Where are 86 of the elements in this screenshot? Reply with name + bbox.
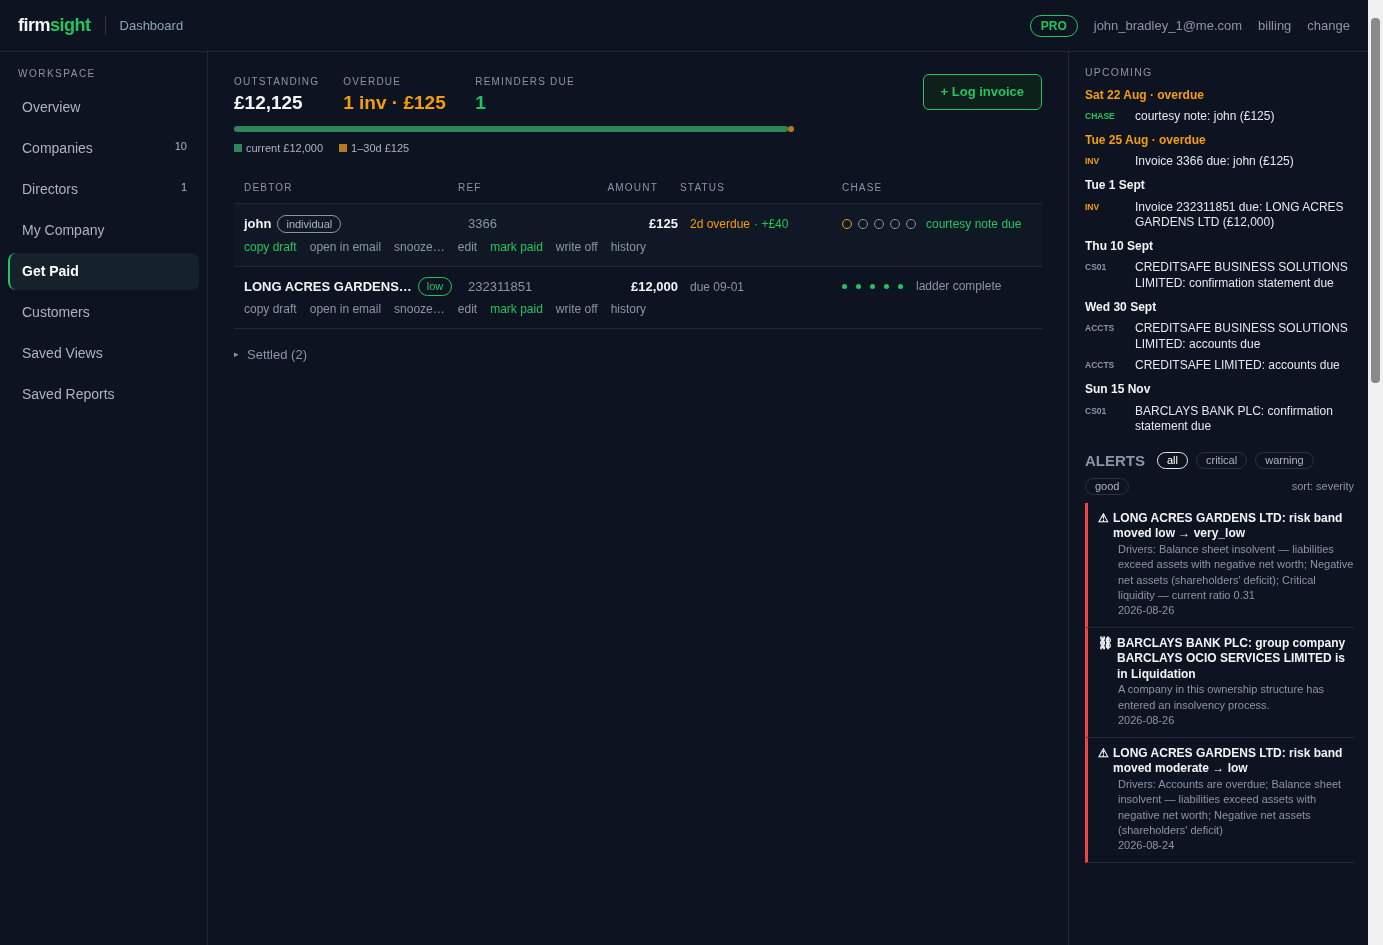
- action-link[interactable]: write off: [555, 300, 598, 318]
- event-text: CREDITSAFE BUSINESS SOLUTIONS LIMITED: confirmation statement due: [1135, 260, 1349, 292]
- amount-text: £12,000: [631, 278, 678, 294]
- action-link[interactable]: snooze…: [394, 237, 445, 256]
- event-tag: ACCTS: [1085, 358, 1135, 374]
- alert-title: BARCLAYS BANK PLC: group company BARCLAYS OCIO SERVICES LIMITED is in Liquidation: [1117, 635, 1347, 683]
- sidebar-item[interactable]: Saved Views: [8, 335, 199, 372]
- date-heading: Tue 25 Aug · overdue: [1085, 132, 1207, 149]
- event-text: CREDITSAFE LIMITED: accounts due: [1135, 358, 1340, 374]
- log-invoice-button[interactable]: + Log invoice: [922, 74, 1042, 110]
- action-link[interactable]: write off: [555, 237, 598, 256]
- alert-icon: ⚠: [1098, 510, 1109, 542]
- sidebar-item[interactable]: My Company: [8, 212, 199, 249]
- sidebar-item[interactable]: Customers: [8, 294, 199, 331]
- header-link[interactable]: billing: [1258, 15, 1292, 36]
- debtor-name[interactable]: john: [244, 214, 272, 234]
- debtor-name[interactable]: LONG ACRES GARDENS…: [244, 276, 412, 296]
- date-heading: Sat 22 Aug · overdue: [1085, 87, 1205, 104]
- date-heading: Thu 10 Sept: [1085, 238, 1154, 255]
- stat-value: 1 inv · £125: [343, 91, 447, 115]
- sidebar-item[interactable]: Companies 10: [8, 130, 199, 167]
- event-tag: CHASE: [1085, 109, 1135, 125]
- event-tag: INV: [1085, 199, 1135, 231]
- action-link[interactable]: open in email: [309, 237, 382, 256]
- action-link[interactable]: mark paid: [490, 237, 543, 256]
- sort-control[interactable]: sort: severity: [1291, 479, 1354, 494]
- alert-date: 2026-08-26: [1117, 603, 1176, 619]
- alerts-heading: ALERTS: [1085, 450, 1145, 471]
- event-tag: CS01: [1085, 260, 1135, 292]
- action-link[interactable]: history: [610, 300, 646, 318]
- action-link[interactable]: copy draft: [244, 300, 297, 318]
- status-text: due 09-01: [690, 279, 745, 294]
- date-heading: Tue 1 Sept: [1085, 178, 1146, 194]
- stat-value: 1: [475, 91, 487, 115]
- legend-label: current £12,000: [246, 140, 324, 156]
- alert-body: Drivers: Balance sheet insolvent — liabilities exceed assets with negative net worth; Negative net assets (shareholders' deficit); Critical liquidity — current ratio 0.31: [1117, 541, 1354, 603]
- alert-body: A company in this ownership structure has entered an insolvency process.: [1117, 682, 1326, 713]
- expand-arrow-icon[interactable]: ▸: [234, 348, 239, 362]
- event-tag: ACCTS: [1085, 321, 1135, 353]
- event-text: CREDITSAFE BUSINESS SOLUTIONS LIMITED: accounts due: [1135, 321, 1349, 353]
- action-link[interactable]: copy draft: [244, 237, 297, 256]
- event-tag: CS01: [1085, 403, 1135, 435]
- event-text: Invoice 3366 due: john (£125): [1135, 154, 1294, 170]
- alert-title: LONG ACRES GARDENS LTD: risk band moved low → very_low: [1113, 510, 1344, 542]
- chase-note: ladder complete: [916, 278, 1002, 296]
- stat-label: OVERDUE: [343, 75, 403, 89]
- event-text: courtesy note: john (£125): [1135, 109, 1275, 125]
- action-link[interactable]: edit: [457, 237, 478, 256]
- status-text: 2d overdue: [690, 217, 751, 231]
- sidebar-item[interactable]: Directors 1: [8, 171, 199, 208]
- sidebar-item[interactable]: Get Paid: [8, 253, 199, 290]
- fee-text: · +£40: [754, 217, 789, 231]
- header-link[interactable]: change: [1307, 15, 1350, 36]
- breadcrumb-link[interactable]: Dashboard: [104, 15, 184, 36]
- action-link[interactable]: mark paid: [490, 300, 543, 318]
- sidebar-item[interactable]: Saved Reports: [8, 376, 199, 413]
- ref-text: 3366: [468, 216, 497, 231]
- stat-label: OUTSTANDING: [234, 75, 320, 89]
- date-heading: Sun 15 Nov: [1085, 381, 1152, 398]
- scrollbar[interactable]: [1368, 0, 1383, 945]
- alert-body: Drivers: Accounts are overdue; Balance sheet insolvent — liabilities exceed assets with negative net worth; Negative net assets (shareholders' deficit): [1117, 776, 1343, 838]
- amount-text: £125: [649, 216, 678, 231]
- settled-toggle[interactable]: Settled (2): [247, 345, 307, 365]
- legend-label: 1–30d £125: [351, 140, 410, 156]
- alert-date: 2026-08-24: [1117, 838, 1176, 854]
- event-text: BARCLAYS BANK PLC: confirmation statement due: [1135, 403, 1334, 435]
- alert-icon: ⛓: [1098, 635, 1113, 683]
- stat-label: REMINDERS DUE: [475, 75, 575, 89]
- action-link[interactable]: history: [610, 237, 646, 256]
- action-link[interactable]: open in email: [309, 300, 382, 318]
- logo[interactable]: firmsight: [18, 12, 91, 39]
- alert-icon: ⚠: [1098, 745, 1109, 777]
- sidebar-item[interactable]: Overview: [8, 89, 199, 126]
- action-link[interactable]: snooze…: [394, 300, 445, 318]
- ref-text: 232311851: [468, 278, 533, 294]
- event-text: Invoice 232311851 due: LONG ACRES GARDENS LTD (£12,000): [1135, 199, 1345, 231]
- alert-title: LONG ACRES GARDENS LTD: risk band moved moderate → low: [1113, 745, 1344, 777]
- event-tag: INV: [1085, 154, 1135, 170]
- chase-note: courtesy note due: [926, 215, 1022, 233]
- alert-date: 2026-08-26: [1117, 713, 1176, 729]
- section-heading: WORKSPACE: [17, 67, 97, 81]
- account-email: john_bradley_1@me.com: [1093, 16, 1243, 35]
- section-heading: UPCOMING: [1085, 66, 1154, 80]
- date-heading: Wed 30 Sept: [1085, 299, 1158, 316]
- stat-value: £12,125: [234, 91, 304, 115]
- action-link[interactable]: edit: [457, 300, 478, 318]
